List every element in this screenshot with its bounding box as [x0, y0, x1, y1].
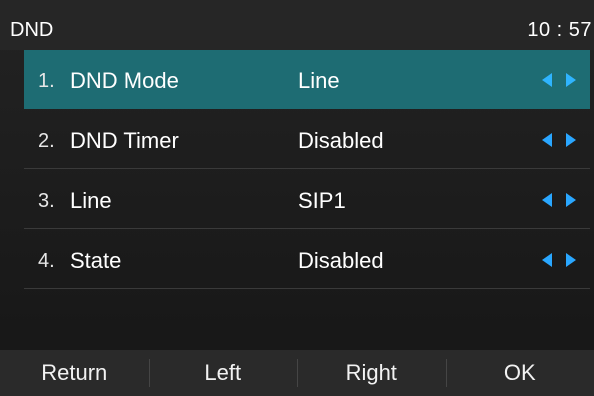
arrow-right-icon[interactable]: [566, 193, 576, 207]
phone-screen: DND 10 : 57 1. DND Mode Line 2. DND Time…: [0, 0, 594, 396]
return-softkey[interactable]: Return: [0, 350, 149, 396]
softkey-bar: Return Left Right OK: [0, 350, 594, 396]
arrow-left-icon[interactable]: [542, 73, 552, 87]
row-number: 3.: [38, 190, 55, 212]
value-switcher[interactable]: [542, 251, 576, 269]
value-switcher[interactable]: [542, 191, 576, 209]
setting-row-line[interactable]: 3. Line SIP1: [24, 170, 590, 229]
title-bar: DND 10 : 57: [0, 0, 594, 50]
setting-row-state[interactable]: 4. State Disabled: [24, 230, 590, 289]
clock: 10 : 57: [527, 19, 592, 41]
row-number: 4.: [38, 250, 55, 272]
arrow-right-icon[interactable]: [566, 133, 576, 147]
row-number: 1.: [38, 70, 55, 92]
settings-list: 1. DND Mode Line 2. DND Timer Disabled 3…: [0, 50, 594, 350]
row-value[interactable]: SIP1: [298, 188, 346, 214]
arrow-right-icon[interactable]: [566, 73, 576, 87]
page-title: DND: [10, 19, 54, 41]
left-softkey[interactable]: Left: [148, 350, 298, 396]
row-value[interactable]: Disabled: [298, 128, 384, 154]
row-number: 2.: [38, 130, 55, 152]
row-label: State: [70, 248, 122, 273]
row-label: Line: [70, 188, 112, 213]
setting-row-dnd-timer[interactable]: 2. DND Timer Disabled: [24, 110, 590, 169]
setting-row-dnd-mode[interactable]: 1. DND Mode Line: [24, 50, 590, 109]
row-value[interactable]: Disabled: [298, 248, 384, 274]
value-switcher[interactable]: [542, 71, 576, 89]
arrow-left-icon[interactable]: [542, 253, 552, 267]
arrow-left-icon[interactable]: [542, 133, 552, 147]
row-label: DND Mode: [70, 68, 179, 93]
row-value[interactable]: Line: [298, 68, 340, 94]
arrow-right-icon[interactable]: [566, 253, 576, 267]
row-label: DND Timer: [70, 128, 179, 153]
right-softkey[interactable]: Right: [297, 350, 446, 396]
arrow-left-icon[interactable]: [542, 193, 552, 207]
ok-softkey[interactable]: OK: [445, 350, 594, 396]
value-switcher[interactable]: [542, 131, 576, 149]
